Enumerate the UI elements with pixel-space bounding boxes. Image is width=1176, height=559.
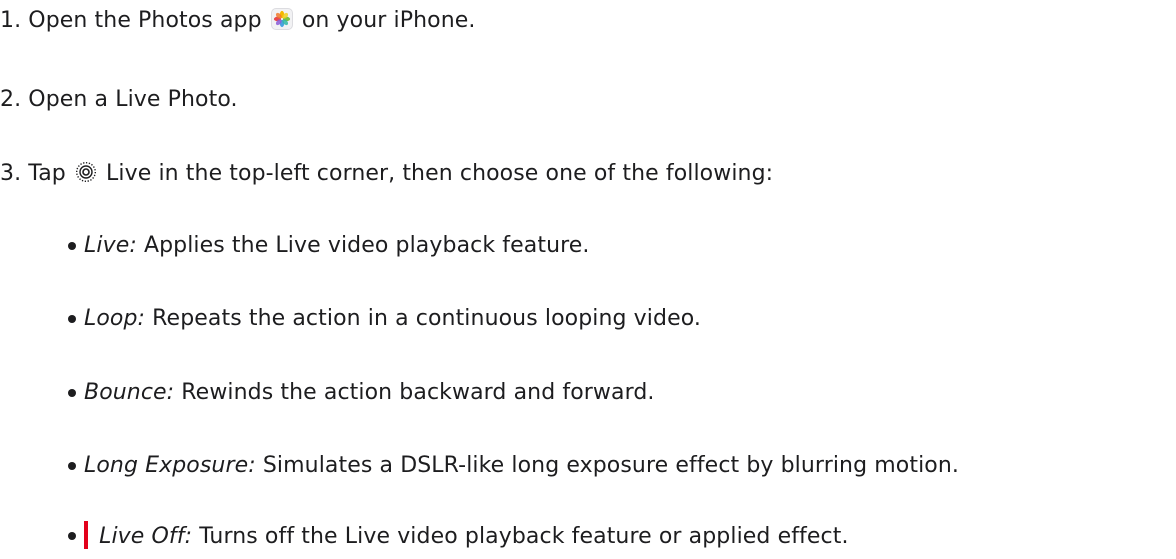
option-description: Rewinds the action backward and forward. xyxy=(181,380,655,405)
list-item: Loop: Repeats the action in a continuous… xyxy=(68,304,701,334)
step-1: 1. Open the Photos app on your iPhone. xyxy=(0,6,475,36)
bullet-dot xyxy=(68,389,76,397)
step-text: Open a Live Photo. xyxy=(28,87,238,112)
photos-app-icon xyxy=(270,8,293,30)
step-text-after: on your iPhone. xyxy=(301,8,476,33)
bullet-dot xyxy=(68,462,76,470)
option-description: Applies the Live video playback feature. xyxy=(143,233,590,258)
step-3: 3. Tap Live in the top-left corner, then… xyxy=(0,159,773,192)
option-term: Loop: xyxy=(84,306,146,331)
option-description: Repeats the action in a continuous loopi… xyxy=(152,306,701,331)
list-item: Live: Applies the Live video playback fe… xyxy=(68,231,590,261)
step-text-before: Tap xyxy=(28,161,66,186)
step-text-before: Open the Photos app xyxy=(28,8,262,33)
step-2: 2. Open a Live Photo. xyxy=(0,85,238,115)
option-description: Turns off the Live video playback featur… xyxy=(199,524,849,549)
option-term: Live Off: xyxy=(99,524,193,549)
list-item: Bounce: Rewinds the action backward and … xyxy=(68,378,655,408)
step-number: 3. xyxy=(0,161,22,186)
option-term: Bounce: xyxy=(84,380,175,405)
bullet-dot xyxy=(68,532,76,540)
option-term: Long Exposure: xyxy=(84,453,256,478)
option-description: Simulates a DSLR-like long exposure effe… xyxy=(262,453,959,478)
bullet-dot xyxy=(68,315,76,323)
step-number: 1. xyxy=(0,8,22,33)
text-cursor-marker xyxy=(84,521,88,549)
live-photo-icon xyxy=(75,161,97,192)
step-text-after: Live in the top-left corner, then choose… xyxy=(106,161,774,186)
option-term: Live: xyxy=(84,233,137,258)
list-item: Live Off: Turns off the Live video playb… xyxy=(68,521,849,552)
list-item: Long Exposure: Simulates a DSLR-like lon… xyxy=(68,451,959,481)
step-number: 2. xyxy=(0,87,22,112)
bullet-dot xyxy=(68,242,76,250)
